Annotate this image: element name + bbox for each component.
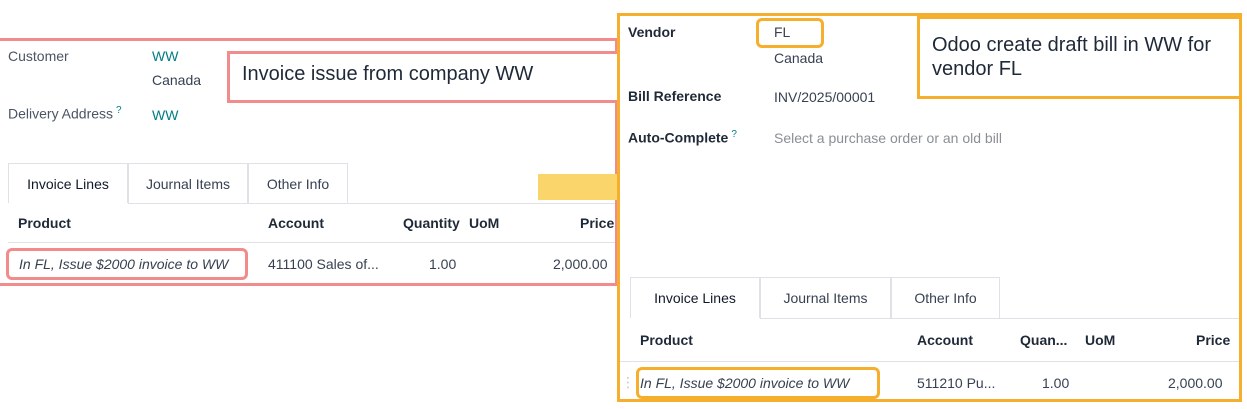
customer-country: Canada [152,72,202,88]
customer-label: Customer [8,48,69,64]
tab-other-info[interactable]: Other Info [248,163,348,203]
customer-link[interactable]: WW [152,48,178,64]
column-quantity[interactable]: Quantity [403,215,460,231]
auto-complete-label: Auto-Complete? [628,129,737,146]
column-product[interactable]: Product [640,332,693,348]
tab-invoice-lines[interactable]: Invoice Lines [8,163,128,203]
row-product[interactable]: In FL, Issue $2000 invoice to WW [640,375,849,391]
column-account[interactable]: Account [917,332,973,348]
column-uom[interactable]: UoM [1085,332,1115,348]
row-product[interactable]: In FL, Issue $2000 invoice to WW [19,256,228,272]
tab-invoice-lines[interactable]: Invoice Lines [630,277,760,318]
column-account[interactable]: Account [268,215,324,231]
row-price[interactable]: 2,000.00 [553,256,608,272]
column-product[interactable]: Product [18,215,71,231]
delivery-address-label: Delivery Address? [8,105,122,122]
vendor-name[interactable]: FL [774,24,790,40]
table-header-divider [8,242,615,243]
tabs-divider [128,203,615,204]
annotation-draft-bill: Odoo create draft bill in WW for vendor … [917,16,1242,99]
help-icon[interactable]: ? [731,129,737,140]
row-account[interactable]: 511210 Pu... [917,375,995,391]
tab-journal-items[interactable]: Journal Items [128,163,248,203]
help-icon[interactable]: ? [116,105,122,116]
row-quantity[interactable]: 1.00 [1042,375,1069,391]
column-price[interactable]: Price [580,215,614,231]
delivery-address-label-text: Delivery Address [8,105,114,122]
vendor-country: Canada [774,50,824,66]
auto-complete-input[interactable]: Select a purchase order or an old bill [774,130,1002,146]
bill-reference-field[interactable]: INV/2025/00001 [774,89,875,105]
row-price[interactable]: 2,000.00 [1168,375,1223,391]
tab-journal-items[interactable]: Journal Items [760,277,891,318]
auto-complete-label-text: Auto-Complete [628,129,729,146]
table-header-divider [620,361,1239,362]
annotation-invoice-issue: Invoice issue from company WW [227,51,621,103]
drag-handle-icon[interactable]: ⋮ [621,374,635,391]
tab-other-info[interactable]: Other Info [891,277,1000,318]
column-quantity[interactable]: Quan... [1020,332,1067,348]
column-uom[interactable]: UoM [469,215,499,231]
row-account[interactable]: 411100 Sales of... [268,256,379,272]
delivery-address-link[interactable]: WW [152,107,178,123]
tabs-divider [760,318,1239,319]
bill-reference-label: Bill Reference [628,88,722,104]
vendor-label: Vendor [628,24,676,40]
column-price[interactable]: Price [1196,332,1230,348]
row-quantity[interactable]: 1.00 [429,256,456,272]
